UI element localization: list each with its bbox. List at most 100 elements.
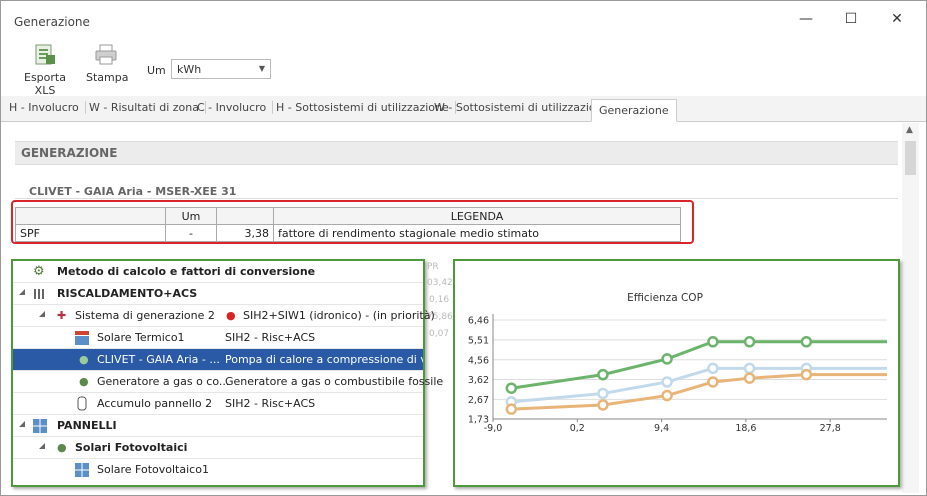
collapse-icon[interactable]: ◢ xyxy=(39,309,45,318)
tree-row[interactable]: ◢ ✚ Sistema di generazione 2 ● SIH2+SIW1… xyxy=(13,305,435,327)
maximize-button[interactable]: ☐ xyxy=(841,11,861,27)
pv-panel-icon xyxy=(75,463,89,477)
solar-thermal-icon xyxy=(75,331,89,345)
tree-row-label: Metodo di calcolo e fattori di conversio… xyxy=(57,265,316,278)
data-point xyxy=(800,368,813,381)
data-point xyxy=(597,387,609,400)
background-value: 0,07 xyxy=(429,329,450,339)
tab-generazione[interactable]: Generazione xyxy=(591,99,677,122)
tab-h-involucro[interactable]: H - Involucro xyxy=(9,101,86,114)
panel-icon xyxy=(33,419,47,433)
tab-w-risultati-zona[interactable]: W - Risultati di zona xyxy=(89,101,206,114)
collapse-icon[interactable]: ◢ xyxy=(39,441,45,450)
background-value: 03,42 xyxy=(427,278,453,288)
dot-icon: ● xyxy=(79,375,89,388)
collapse-icon[interactable]: ◢ xyxy=(19,419,25,428)
tree-row-value: SIH2 - Risc+ACS xyxy=(225,397,316,410)
background-value: PR xyxy=(427,262,439,272)
tree-row[interactable]: ◢ PANNELLI xyxy=(13,415,423,437)
tree-row-label: Solari Fotovoltaici xyxy=(75,441,188,454)
data-point xyxy=(800,336,813,348)
x-tick-label: 27,8 xyxy=(820,423,841,434)
radiator-icon xyxy=(34,289,44,299)
export-xls-label: Esporta XLS xyxy=(24,71,66,97)
tree-row-value: SIH2+SIW1 (idronico) - (in priorità) xyxy=(243,309,435,322)
um-select-value: kWh xyxy=(177,63,202,76)
data-point xyxy=(707,376,719,388)
tree-row-value: SIH2 - Risc+ACS xyxy=(225,331,316,344)
series-line xyxy=(511,340,887,390)
toolbar: Esporta XLS ▼ Stampa Um xyxy=(1,43,926,105)
data-point xyxy=(597,399,609,411)
dot-icon: ● xyxy=(79,353,89,366)
tree-row-selected[interactable]: ● CLIVET - GAIA Aria - ... Pompa di calo… xyxy=(13,349,423,371)
tree-row[interactable]: Solare Termico1 SIH2 - Risc+ACS xyxy=(13,327,423,349)
tree-row[interactable]: Accumulo pannello 2 SIH2 - Risc+ACS xyxy=(13,393,423,415)
tree-row-value: Pompa di calore a compressione di va... xyxy=(225,353,423,366)
divider xyxy=(15,198,898,199)
tree-row-value: Generatore a gas o combustibile fossile xyxy=(225,375,444,388)
tree-row[interactable]: ● Generatore a gas o co... Generatore a … xyxy=(13,371,443,393)
tab-strip: H - Involucro W - Risultati di zona C - … xyxy=(1,96,926,122)
background-value: 0,16 xyxy=(429,295,450,305)
tree-row-label: Generatore a gas o co... xyxy=(97,375,230,388)
cop-chart-panel: Efficienza COP 6,46 5,51 4,56 3,62 2,67 1,73 … xyxy=(453,259,900,487)
chart-series xyxy=(505,336,887,415)
data-point xyxy=(707,336,719,348)
data-point xyxy=(661,389,673,402)
chart-title: Efficienza COP xyxy=(627,292,703,304)
highlight-frame xyxy=(11,200,694,244)
dot-icon: ● xyxy=(57,441,67,454)
tree-row-label: Accumulo pannello 2 xyxy=(97,397,213,410)
y-tick-labels: 6,465,514,563,622,671,73 xyxy=(468,316,489,426)
data-point xyxy=(661,353,673,365)
x-tick-label: 18,6 xyxy=(735,423,756,434)
y-tick-label: 6,46 xyxy=(468,316,489,327)
um-select[interactable]: kWh ▼ xyxy=(171,59,271,79)
x-tick-label: 0,2 xyxy=(570,423,585,434)
print-button[interactable]: Stampa xyxy=(86,43,128,84)
tree-row-label: Solare Fotovoltaico1 xyxy=(97,463,209,476)
tab-c-involucro[interactable]: C - Involucro xyxy=(197,101,274,114)
collapse-icon[interactable]: ◢ xyxy=(19,287,25,296)
x-tick-labels: -9,0 0,2 9,4 18,6 27,8 xyxy=(484,423,841,434)
window: Generazione — ☐ ✕ Esporta XLS ▼ Stampa U… xyxy=(0,0,927,496)
x-tick-label: 9,4 xyxy=(654,423,669,434)
vertical-scrollbar[interactable]: ▲ xyxy=(902,123,919,493)
x-tick-label: -9,0 xyxy=(484,423,503,434)
title-bar: Generazione — ☐ ✕ xyxy=(1,1,926,43)
data-point xyxy=(743,362,756,375)
excel-icon xyxy=(35,44,55,65)
minimize-button[interactable]: — xyxy=(796,11,816,27)
tree-row-label: PANNELLI xyxy=(57,419,117,432)
tree-row[interactable]: ◢ RISCALDAMENTO+ACS xyxy=(13,283,423,305)
tree-row-label: Sistema di generazione 2 xyxy=(75,309,215,322)
scrollbar-thumb[interactable] xyxy=(905,141,916,175)
gear-icon: ⚙ xyxy=(33,264,45,279)
data-point xyxy=(661,376,673,388)
chevron-down-icon: ▼ xyxy=(258,64,265,73)
data-point xyxy=(743,372,756,384)
data-point xyxy=(505,403,518,415)
unit-title: CLIVET - GAIA Aria - MSER-XEE 31 xyxy=(29,185,237,198)
drop-icon: ● xyxy=(226,309,236,322)
window-title: Generazione xyxy=(14,15,90,29)
tab-h-sottosistemi[interactable]: H - Sottosistemi di utilizzazione xyxy=(276,101,456,114)
tree-row[interactable]: ◢ ● Solari Fotovoltaici xyxy=(13,437,423,459)
tree-row[interactable]: Solare Fotovoltaico1 xyxy=(13,459,423,481)
tree-row[interactable]: ⚙ Metodo di calcolo e fattori di convers… xyxy=(13,261,423,283)
generation-system-icon: ✚ xyxy=(57,309,67,322)
tab-w-sottosistemi[interactable]: W - Sottosistemi di utilizzazione xyxy=(434,101,617,114)
y-tick-label: 5,51 xyxy=(468,335,489,346)
data-point xyxy=(743,336,756,348)
printer-icon xyxy=(95,44,117,65)
y-tick-label: 2,67 xyxy=(468,395,489,406)
tree-row-label: CLIVET - GAIA Aria - ... xyxy=(97,353,220,366)
y-tick-label: 3,62 xyxy=(468,375,489,386)
tree-row-label: RISCALDAMENTO+ACS xyxy=(57,287,198,300)
data-point xyxy=(707,362,719,375)
close-button[interactable]: ✕ xyxy=(887,11,907,27)
chevron-up-icon[interactable]: ▲ xyxy=(906,125,913,135)
section-title: GENERAZIONE xyxy=(15,141,898,165)
um-label: Um xyxy=(147,64,166,77)
